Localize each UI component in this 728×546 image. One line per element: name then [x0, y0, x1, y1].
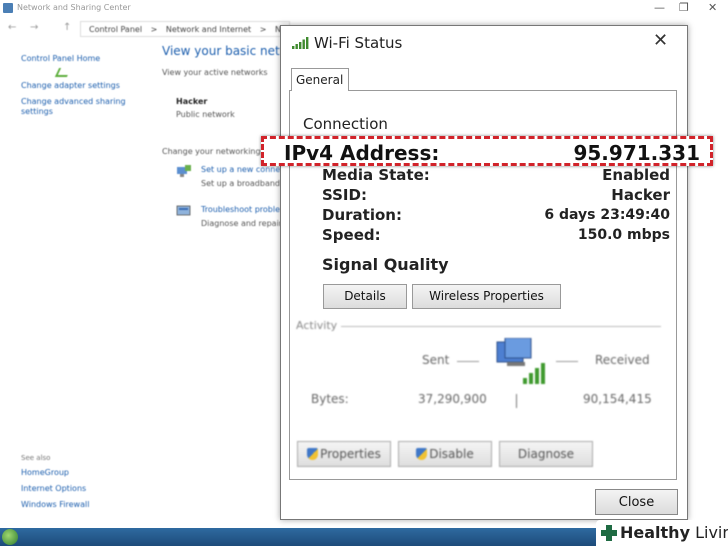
- change-settings-label: Change your networking: [162, 147, 261, 156]
- properties-button-label: Properties: [320, 447, 381, 461]
- active-networks-label: View your active networks: [162, 68, 268, 77]
- dialog-title: Wi-Fi Status: [314, 34, 403, 52]
- troubleshoot-link[interactable]: Troubleshoot proble: [201, 205, 280, 214]
- window-close-button[interactable]: ✕: [708, 1, 717, 14]
- setup-connection-desc: Set up a broadband,: [201, 179, 283, 188]
- bytes-received-value: 90,154,415: [583, 392, 652, 406]
- close-button[interactable]: Close: [595, 489, 678, 515]
- bytes-divider: [516, 394, 517, 408]
- sidebar-item-adapter-settings[interactable]: Change adapter settings: [21, 81, 151, 91]
- maximize-button[interactable]: ❐: [679, 1, 689, 14]
- up-arrow-icon[interactable]: ↑: [63, 22, 71, 33]
- sidebar-item-control-panel-home[interactable]: Control Panel Home: [21, 54, 151, 64]
- back-arrow-icon[interactable]: ←: [8, 22, 16, 33]
- ssid-value: Hacker: [611, 186, 670, 204]
- watermark-text: Healthy Living: [620, 523, 728, 542]
- wifi-status-dialog: Wi-Fi Status ✕ General Connection Media …: [280, 25, 688, 520]
- media-state-label: Media State:: [322, 166, 430, 184]
- diagnose-button[interactable]: Diagnose: [499, 441, 593, 467]
- network-type: Public network: [176, 110, 235, 119]
- sent-label: Sent: [422, 353, 450, 367]
- troubleshoot-icon: [176, 205, 191, 216]
- ipv4-address-label: IPv4 Address:: [284, 141, 440, 165]
- see-also-windows-firewall[interactable]: Windows Firewall: [21, 500, 89, 509]
- see-also-internet-options[interactable]: Internet Options: [21, 484, 89, 493]
- healthy-living-watermark: Healthy Living: [596, 520, 728, 546]
- received-dash: [556, 361, 578, 362]
- sent-dash: [457, 361, 479, 362]
- signal-quality-label: Signal Quality: [322, 255, 449, 274]
- watermark-brand-second: Living: [695, 523, 728, 542]
- disable-button-label: Disable: [429, 447, 474, 461]
- breadcrumb-separator: >: [150, 25, 158, 34]
- speed-label: Speed:: [322, 226, 381, 244]
- setup-connection-link[interactable]: Set up a new connec: [201, 165, 285, 174]
- window-title: Network and Sharing Center: [17, 3, 131, 12]
- breadcrumb-control-panel[interactable]: Control Panel: [89, 25, 142, 34]
- activity-divider: [341, 326, 661, 327]
- watermark-brand-first: Healthy: [620, 523, 690, 542]
- forward-arrow-icon[interactable]: →: [30, 22, 38, 33]
- connection-section-label: Connection: [303, 115, 388, 133]
- close-icon[interactable]: ✕: [653, 30, 668, 51]
- wifi-signal-icon: [292, 37, 309, 49]
- main-area: View your basic network View your active…: [162, 44, 309, 77]
- duration-label: Duration:: [322, 206, 402, 224]
- address-bar[interactable]: Control Panel > Network and Internet > N: [80, 21, 290, 37]
- start-button[interactable]: [2, 529, 18, 545]
- duration-value: 6 days 23:49:40: [544, 207, 670, 223]
- sidebar-item-advanced-sharing[interactable]: Change advanced sharing settings: [21, 97, 131, 117]
- minimize-button[interactable]: —: [654, 1, 665, 14]
- media-state-value: Enabled: [602, 166, 670, 184]
- bytes-sent-value: 37,290,900: [418, 392, 487, 406]
- sidebar: Control Panel Home Change adapter settin…: [21, 54, 151, 123]
- network-name: Hacker: [176, 97, 208, 106]
- breadcrumb-network-internet[interactable]: Network and Internet: [166, 25, 251, 34]
- network-icon: [54, 68, 72, 77]
- received-label: Received: [595, 353, 650, 367]
- activity-label: Activity: [296, 319, 338, 332]
- ssid-label: SSID:: [322, 186, 367, 204]
- see-also-title: See also: [21, 454, 51, 462]
- details-button[interactable]: Details: [323, 284, 407, 309]
- network-center-icon: [3, 3, 13, 13]
- speed-value: 150.0 mbps: [577, 227, 670, 243]
- properties-button[interactable]: Properties: [297, 441, 391, 467]
- troubleshoot-desc: Diagnose and repair: [201, 219, 283, 228]
- tab-general[interactable]: General: [291, 68, 349, 91]
- title-bar: Network and Sharing Center — ❐ ✕: [0, 0, 728, 18]
- shield-icon: [307, 448, 319, 460]
- shield-icon: [416, 448, 428, 460]
- network-computer-icon: [496, 338, 545, 384]
- disable-button[interactable]: Disable: [398, 441, 492, 467]
- see-also-section: See also HomeGroup Internet Options Wind…: [21, 454, 89, 516]
- ipv4-address-highlight: IPv4 Address: 95.971.331: [261, 136, 713, 166]
- healthy-living-cross-icon: [601, 525, 617, 541]
- page-title: View your basic network: [162, 44, 309, 58]
- ipv4-address-value: 95.971.331: [573, 141, 700, 165]
- see-also-homegroup[interactable]: HomeGroup: [21, 468, 89, 477]
- new-connection-icon: [177, 165, 191, 177]
- bytes-label: Bytes:: [311, 392, 349, 406]
- breadcrumb-separator: >: [259, 25, 267, 34]
- wireless-properties-button[interactable]: Wireless Properties: [412, 284, 561, 309]
